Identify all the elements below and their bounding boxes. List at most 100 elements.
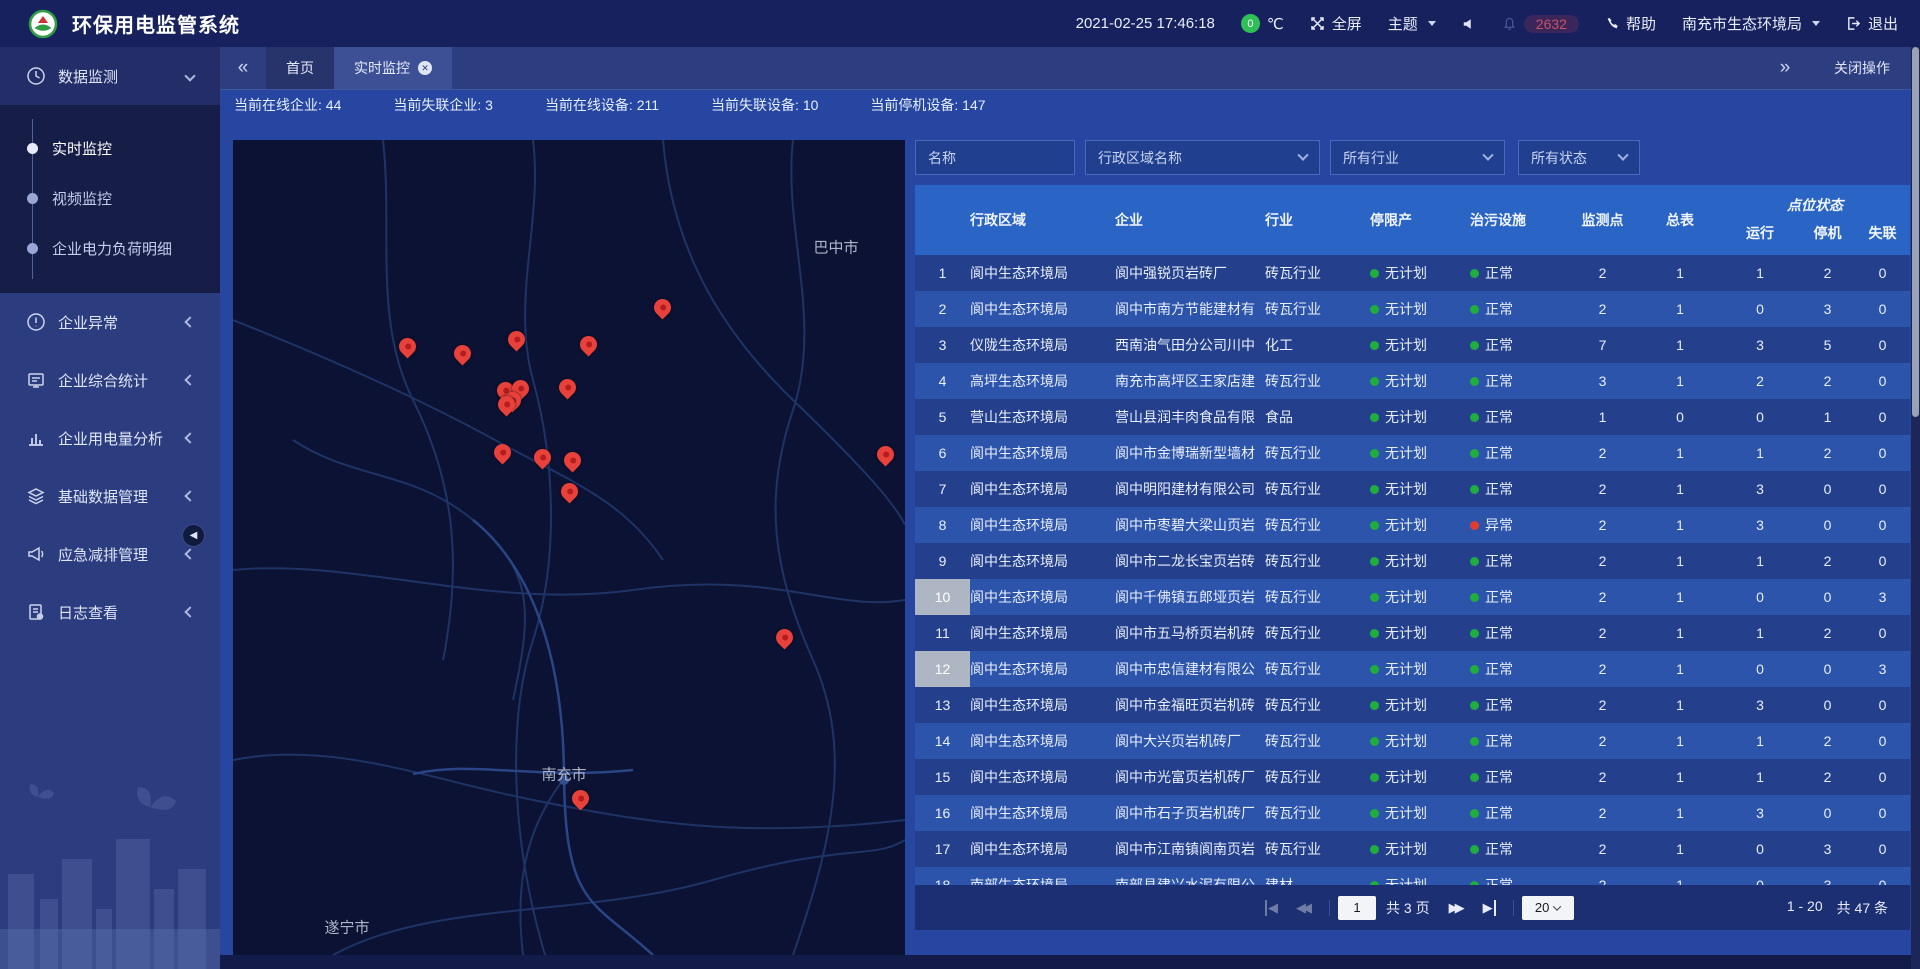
caret-down-icon [1428,21,1436,26]
cell-stop-status: 无计划 [1370,291,1470,327]
theme-menu[interactable]: 主题 [1388,13,1436,34]
table-row[interactable]: 18南部生态环境局南部县建兴水泥有限公建材无计划正常21030 [915,867,1910,885]
cell-index: 3 [915,327,970,363]
cell-run: 3 [1720,327,1800,363]
cell-run: 3 [1720,471,1800,507]
sidebar-subitem-2[interactable]: 企业电力负荷明细 [0,223,220,273]
sidebar-item-1[interactable]: 企业异常 [0,293,220,351]
name-filter-field[interactable] [915,140,1075,175]
cell-region: 仪陇生态环境局 [970,327,1115,363]
help-button[interactable]: 帮助 [1605,13,1656,34]
table-row[interactable]: 13阆中生态环境局阆中市金福旺页岩机砖砖瓦行业无计划正常21300 [915,687,1910,723]
page-size-select[interactable]: 20 [1522,896,1574,920]
last-page-button[interactable]: ▶ [1483,900,1496,916]
logout-icon [1846,16,1861,31]
cell-meters: 1 [1640,795,1720,831]
cell-index: 10 [915,579,970,615]
cell-stop-status: 无计划 [1370,795,1470,831]
cell-company: 南充市高坪区王家店建 [1115,363,1265,399]
temperature-indicator: 0 ℃ [1241,14,1284,33]
col-meters-header: 总表 [1640,185,1720,255]
cell-stopped: 0 [1800,579,1855,615]
row-index: 14 [915,723,970,759]
cell-stopped: 2 [1800,363,1855,399]
tabs-scroll-right-button[interactable]: » [1762,57,1808,79]
cell-industry: 建材 [1265,867,1370,885]
status-dot [1470,737,1479,746]
cell-points: 1 [1565,399,1640,435]
cell-facility-status: 正常 [1470,795,1565,831]
map-panel[interactable]: 巴中市南充市遂宁市 [233,140,905,955]
table-row[interactable]: 5营山生态环境局营山县润丰肉食品有限食品无计划正常10010 [915,399,1910,435]
logout-button[interactable]: 退出 [1846,13,1898,34]
cell-points: 2 [1565,615,1640,651]
name-filter-input[interactable] [928,150,1062,166]
prev-page-button[interactable]: ◀◀ [1296,900,1312,916]
cell-industry: 砖瓦行业 [1265,435,1370,471]
stop-status-text: 无计划 [1385,515,1427,535]
org-menu[interactable]: 南充市生态环境局 [1682,13,1820,34]
next-page-button[interactable]: ▶▶ [1449,900,1465,916]
table-row[interactable]: 6阆中生态环境局阆中市金博瑞新型墙材砖瓦行业无计划正常21120 [915,435,1910,471]
cell-industry: 砖瓦行业 [1265,363,1370,399]
sidebar-subitem-0[interactable]: 实时监控 [0,123,220,173]
sidebar-item-4[interactable]: 基础数据管理 [0,467,220,525]
industry-filter-select[interactable]: 所有行业 [1330,140,1505,175]
tab-bar: « 首页 实时监控 ✕ » 关闭操作 [220,47,1920,90]
cell-lost: 0 [1855,435,1910,471]
cell-run: 3 [1720,507,1800,543]
facility-status-text: 正常 [1485,659,1513,679]
col-points-header: 监测点 [1565,185,1640,255]
scrollbar-thumb[interactable] [1912,47,1919,417]
cell-points: 2 [1565,831,1640,867]
table-row[interactable]: 16阆中生态环境局阆中市石子页岩机砖厂砖瓦行业无计划正常21300 [915,795,1910,831]
table-row[interactable]: 4高坪生态环境局南充市高坪区王家店建砖瓦行业无计划正常31220 [915,363,1910,399]
row-index: 6 [915,435,970,471]
sidebar-item-2[interactable]: 企业综合统计 [0,351,220,409]
table-row[interactable]: 10阆中生态环境局阆中千佛镇五郎垭页岩砖瓦行业无计划正常21003 [915,579,1910,615]
table-row[interactable]: 9阆中生态环境局阆中市二龙长宝页岩砖砖瓦行业无计划正常21120 [915,543,1910,579]
table-row[interactable]: 17阆中生态环境局阆中市江南镇阆南页岩砖瓦行业无计划正常21030 [915,831,1910,867]
fullscreen-button[interactable]: 全屏 [1310,13,1362,34]
cell-lost: 0 [1855,471,1910,507]
table-row[interactable]: 2阆中生态环境局阆中市南方节能建材有砖瓦行业无计划正常21030 [915,291,1910,327]
table-row[interactable]: 14阆中生态环境局阆中大兴页岩机砖厂砖瓦行业无计划正常21120 [915,723,1910,759]
first-page-button[interactable]: ◀ [1265,900,1278,916]
tab-close-icon[interactable]: ✕ [418,61,432,75]
sidebar-item-0[interactable]: 数据监测 [0,47,220,105]
table-row[interactable]: 15阆中生态环境局阆中市光富页岩机砖厂砖瓦行业无计划正常21120 [915,759,1910,795]
page-number-input[interactable]: 1 [1338,896,1376,920]
cell-region: 阆中生态环境局 [970,291,1115,327]
table-row[interactable]: 3仪陇生态环境局西南油气田分公司川中化工无计划正常71350 [915,327,1910,363]
status-dot [1370,773,1379,782]
cell-stopped: 2 [1800,615,1855,651]
sidebar-item-6[interactable]: 日志查看 [0,583,220,641]
sidebar-subitem-1[interactable]: 视频监控 [0,173,220,223]
status-filter-select[interactable]: 所有状态 [1518,140,1640,175]
table-row[interactable]: 12阆中生态环境局阆中市忠信建材有限公砖瓦行业无计划正常21003 [915,651,1910,687]
sidebar-collapse-button[interactable]: ◀ [182,524,205,547]
mute-button[interactable] [1462,17,1476,31]
col-stopped-header: 停机 [1800,223,1855,243]
sidebar-item-3[interactable]: 企业用电量分析 [0,409,220,467]
window-scrollbar[interactable] [1911,47,1920,969]
tabs-scroll-left-button[interactable]: « [220,47,266,89]
table-row[interactable]: 11阆中生态环境局阆中市五马桥页岩机砖砖瓦行业无计划正常21120 [915,615,1910,651]
cell-lost: 0 [1855,507,1910,543]
cell-facility-status: 异常 [1470,507,1565,543]
table-row[interactable]: 7阆中生态环境局阆中明阳建材有限公司砖瓦行业无计划正常21300 [915,471,1910,507]
status-dot [1370,629,1379,638]
tab-realtime-monitor[interactable]: 实时监控 ✕ [334,47,452,89]
tab-home[interactable]: 首页 [266,47,334,89]
cell-stop-status: 无计划 [1370,615,1470,651]
close-operations-button[interactable]: 关闭操作 [1834,58,1890,78]
table-row[interactable]: 1阆中生态环境局阆中强锐页岩砖厂砖瓦行业无计划正常21120 [915,255,1910,291]
status-dot [1470,485,1479,494]
cell-lost: 0 [1855,795,1910,831]
row-index: 8 [915,507,970,543]
cell-stop-status: 无计划 [1370,435,1470,471]
table-row[interactable]: 8阆中生态环境局阆中市枣碧大梁山页岩砖瓦行业无计划异常21300 [915,507,1910,543]
notifications[interactable]: 2632 [1502,15,1579,33]
region-filter-select[interactable]: 行政区域名称 [1085,140,1320,175]
status-dot [1370,449,1379,458]
